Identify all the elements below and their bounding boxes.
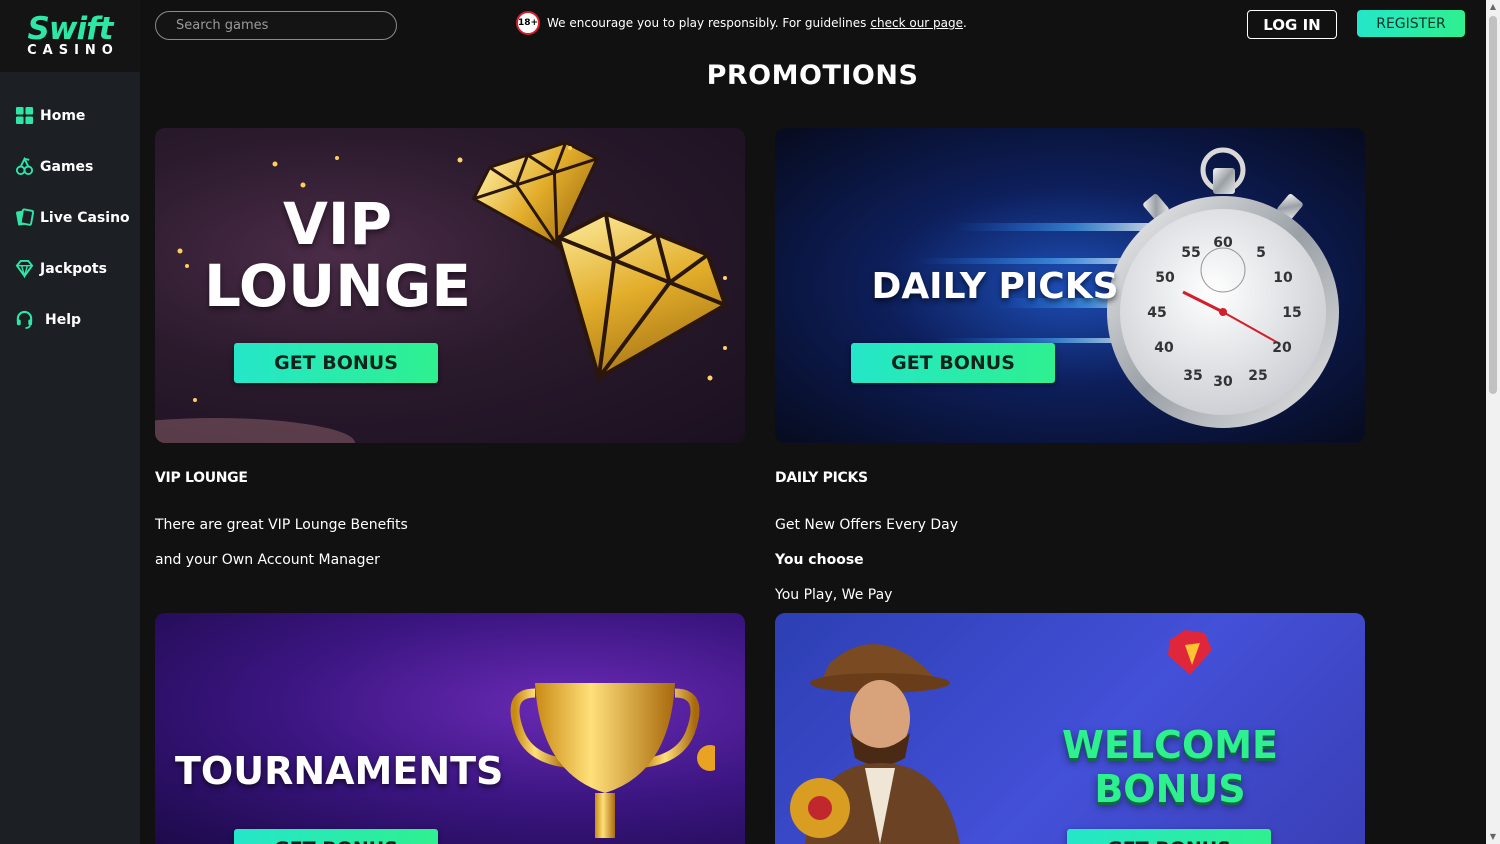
sidebar-item-label: Live Casino — [40, 209, 130, 226]
daily-picks-line: Get New Offers Every Day — [775, 517, 959, 533]
vip-title-line1: VIP — [283, 190, 392, 258]
sidebar-item-label: Home — [40, 107, 86, 124]
stopwatch-number: 20 — [1272, 340, 1292, 356]
logo-sub-text: CASINO — [27, 43, 119, 58]
stopwatch-number: 55 — [1181, 245, 1200, 261]
stopwatch-number: 25 — [1248, 368, 1267, 384]
guidelines-link[interactable]: check our page — [870, 16, 963, 30]
notice-text: We encourage you to play responsibly. Fo… — [547, 16, 867, 30]
welcome-bonus-banner-title: WELCOME BONUS — [1061, 723, 1279, 811]
daily-picks-heading: DAILY PICKS — [775, 470, 868, 486]
page-scrollbar[interactable]: ▲ ▼ — [1486, 0, 1500, 844]
stopwatch-number: 40 — [1154, 340, 1174, 356]
sidebar-nav: Home Games Live Casino Jackpots Help — [0, 90, 140, 345]
stopwatch-number: 10 — [1273, 270, 1293, 286]
notice-end: . — [963, 16, 967, 30]
stopwatch-number: 60 — [1213, 235, 1233, 251]
sidebar: Swift CASINO Home Games Live Casino Jack… — [0, 0, 140, 844]
promo-card-daily-picks[interactable]: 60 5 10 15 20 25 30 35 40 45 50 55 DAILY… — [775, 128, 1365, 443]
sidebar-item-home[interactable]: Home — [0, 90, 140, 141]
search-input[interactable] — [155, 11, 397, 40]
age-restriction-badge: 18+ — [516, 11, 540, 35]
vip-lounge-line: and your Own Account Manager — [155, 552, 380, 568]
explorer-character-image — [790, 644, 960, 844]
stopwatch-number: 30 — [1213, 374, 1233, 390]
sidebar-item-label: Games — [40, 158, 94, 175]
promo-card-welcome-bonus[interactable]: WELCOME BONUS GET BONUS — [775, 613, 1365, 844]
top-bar: 18+ We encourage you to play responsibly… — [140, 0, 1485, 48]
stopwatch-number: 45 — [1147, 305, 1166, 321]
sidebar-item-label: Jackpots — [40, 260, 107, 277]
headset-icon — [14, 310, 34, 330]
stopwatch-number: 15 — [1282, 305, 1301, 321]
sidebar-item-games[interactable]: Games — [0, 141, 140, 192]
daily-picks-banner-title: DAILY PICKS — [871, 266, 1119, 307]
welcome-bonus-get-bonus-button[interactable]: GET BONUS — [1067, 829, 1271, 844]
vip-get-bonus-button[interactable]: GET BONUS — [234, 343, 438, 383]
vip-banner-title: VIP LOUNGE — [195, 193, 480, 317]
promo-card-tournaments[interactable]: TOURNAMENTS GET BONUS — [155, 613, 745, 844]
scroll-up-arrow-icon[interactable]: ▲ — [1489, 2, 1497, 12]
red-gem-icon — [1168, 630, 1212, 675]
daily-picks-get-bonus-button[interactable]: GET BONUS — [851, 343, 1055, 383]
daily-picks-line: You Play, We Pay — [775, 587, 893, 603]
vip-title-line2: LOUNGE — [203, 252, 472, 320]
stopwatch-number: 5 — [1256, 245, 1266, 261]
stopwatch-number: 35 — [1183, 368, 1202, 384]
vip-lounge-description: VIP LOUNGE There are great VIP Lounge Be… — [155, 470, 745, 578]
sidebar-item-help[interactable]: Help — [0, 294, 140, 345]
gold-diamonds-icon — [457, 140, 728, 386]
cards-icon — [14, 208, 34, 228]
daily-picks-description: DAILY PICKS Get New Offers Every Day You… — [775, 470, 1365, 613]
trophy-icon — [510, 683, 715, 838]
page-title: PROMOTIONS — [706, 60, 919, 91]
scrollbar-thumb[interactable] — [1489, 16, 1497, 394]
tournaments-banner-title: TOURNAMENTS — [175, 749, 504, 793]
logo-main-text: Swift — [27, 11, 114, 47]
sidebar-item-live-casino[interactable]: Live Casino — [0, 192, 140, 243]
scroll-down-arrow-icon[interactable]: ▼ — [1489, 832, 1497, 842]
logo[interactable]: Swift CASINO — [0, 0, 140, 72]
sidebar-item-jackpots[interactable]: Jackpots — [0, 243, 140, 294]
register-button[interactable]: REGISTER — [1357, 10, 1465, 37]
diamond-icon — [14, 259, 34, 279]
daily-picks-line: You choose — [775, 552, 864, 568]
vip-lounge-heading: VIP LOUNGE — [155, 470, 248, 486]
cherries-icon — [14, 157, 34, 177]
stopwatch-number: 50 — [1155, 270, 1175, 286]
vip-lounge-line: There are great VIP Lounge Benefits — [155, 517, 408, 533]
responsible-gaming-notice: 18+ We encourage you to play responsibly… — [516, 11, 967, 35]
promo-card-vip-lounge[interactable]: VIP LOUNGE GET BONUS — [155, 128, 745, 443]
tournaments-get-bonus-button[interactable]: GET BONUS — [234, 829, 438, 844]
sidebar-item-label: Help — [45, 311, 82, 328]
home-grid-icon — [14, 106, 34, 126]
login-button[interactable]: LOG IN — [1247, 10, 1337, 39]
